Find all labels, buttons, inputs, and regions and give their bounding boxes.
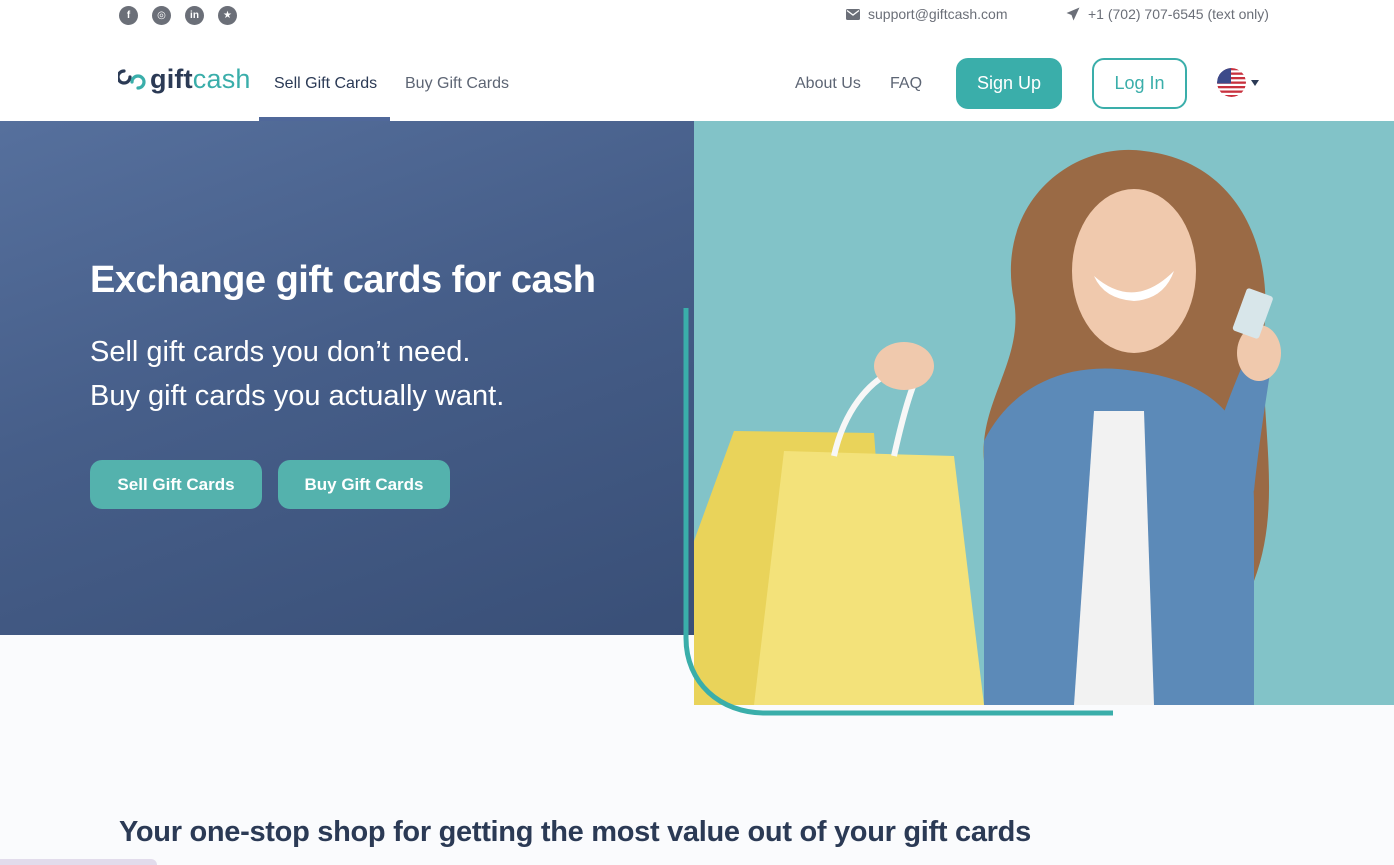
decorative-accent-line (683, 308, 1113, 716)
send-icon (1066, 7, 1080, 21)
social-links: f ◎ in ★ (119, 6, 237, 25)
log-in-button[interactable]: Log In (1092, 58, 1187, 109)
hero-sell-gift-cards-button[interactable]: Sell Gift Cards (90, 460, 262, 509)
hero-panel (0, 121, 694, 635)
sign-up-button[interactable]: Sign Up (956, 58, 1062, 109)
hero-title: Exchange gift cards for cash (90, 259, 596, 301)
nav-buy-gift-cards[interactable]: Buy Gift Cards (405, 75, 509, 93)
section-title: Your one-stop shop for getting the most … (119, 816, 1031, 848)
nav-faq[interactable]: FAQ (890, 75, 922, 93)
contact-phone[interactable]: +1 (702) 707-6545 (text only) (1066, 6, 1269, 22)
envelope-icon (846, 8, 860, 20)
linkedin-icon[interactable]: in (185, 6, 204, 25)
corner-widget-edge (0, 859, 157, 865)
language-selector[interactable] (1217, 68, 1259, 97)
nav-sell-gift-cards[interactable]: Sell Gift Cards (274, 75, 377, 93)
chevron-down-icon (1251, 79, 1259, 86)
us-flag-icon (1217, 68, 1246, 97)
hero-buy-gift-cards-button[interactable]: Buy Gift Cards (278, 460, 450, 509)
email-text[interactable]: support@giftcash.com (868, 6, 1008, 22)
phone-text[interactable]: +1 (702) 707-6545 (text only) (1088, 6, 1269, 22)
star-icon[interactable]: ★ (218, 6, 237, 25)
logo-word-cash: cash (192, 64, 251, 94)
contact-email[interactable]: support@giftcash.com (846, 6, 1008, 22)
hero-subtitle-line1: Sell gift cards you don’t need. (90, 336, 471, 368)
logo-wordmark: giftcash (150, 66, 251, 93)
nav-about-us[interactable]: About Us (795, 75, 861, 93)
logo-word-gift: gift (150, 64, 193, 94)
instagram-icon[interactable]: ◎ (152, 6, 171, 25)
top-utility-bar: f ◎ in ★ support@giftcash.com +1 (702) 7… (0, 0, 1394, 32)
facebook-icon[interactable]: f (119, 6, 138, 25)
hero-subtitle-line2: Buy gift cards you actually want. (90, 380, 505, 412)
main-navigation: giftcash Sell Gift Cards Buy Gift Cards … (0, 32, 1394, 121)
logo-mark-icon (118, 68, 146, 90)
giftcash-logo[interactable]: giftcash (118, 66, 251, 93)
